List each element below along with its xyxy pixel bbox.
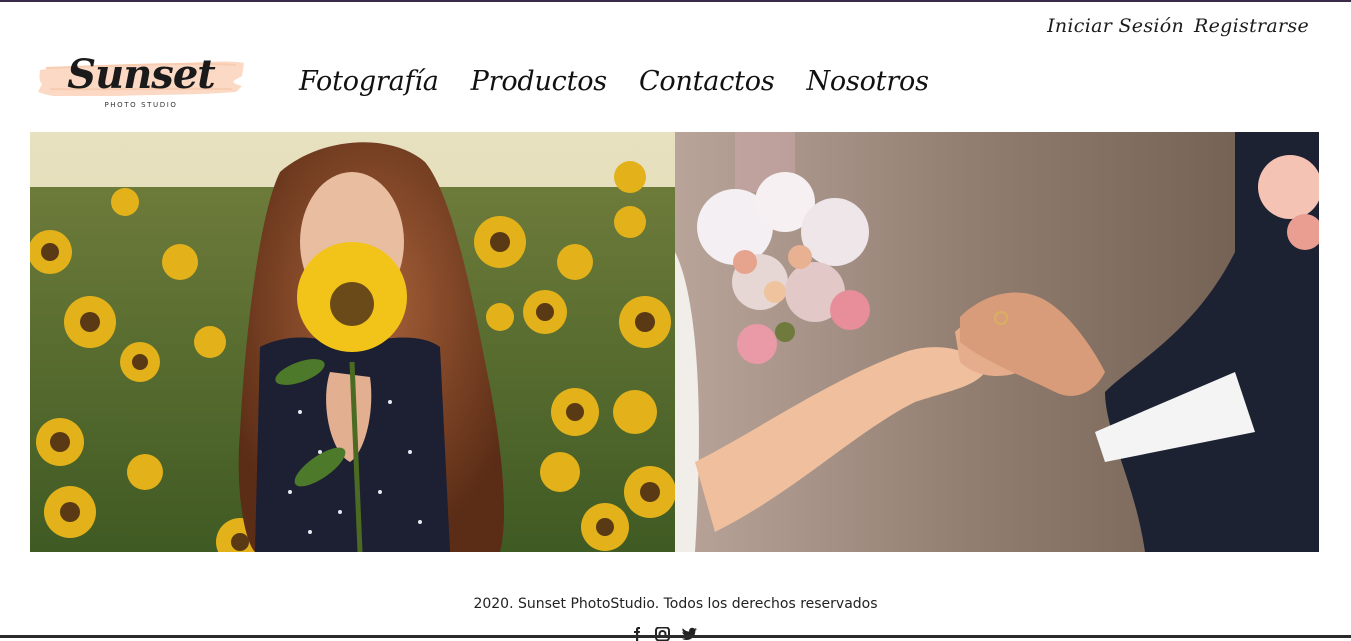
instagram-icon[interactable] <box>654 627 672 641</box>
nav-nosotros[interactable]: Nosotros <box>806 62 928 102</box>
twitter-icon[interactable] <box>680 627 698 641</box>
logo-title: Sunset <box>67 51 216 98</box>
copyright-text: 2020. Sunset PhotoStudio. Todos los dere… <box>473 596 878 612</box>
facebook-icon[interactable] <box>628 627 646 641</box>
logo[interactable]: Sunset PHOTO STUDIO <box>36 50 248 114</box>
auth-links: Iniciar Sesión Registrarse <box>1047 15 1309 37</box>
nav-productos[interactable]: Productos <box>471 62 607 102</box>
social-links <box>628 627 698 641</box>
nav-fotografia[interactable]: Fotografía <box>299 62 439 102</box>
sunflower-portrait-image[interactable] <box>30 132 675 552</box>
hero-gallery <box>30 132 1319 552</box>
login-link[interactable]: Iniciar Sesión <box>1047 15 1184 37</box>
logo-subtitle: PHOTO STUDIO <box>104 101 178 109</box>
nav-contactos[interactable]: Contactos <box>639 62 775 102</box>
register-link[interactable]: Registrarse <box>1194 15 1309 37</box>
wedding-ring-image[interactable] <box>675 132 1319 552</box>
top-accent-bar <box>0 0 1351 2</box>
main-nav: Fotografía Productos Contactos Nosotros <box>299 62 929 102</box>
